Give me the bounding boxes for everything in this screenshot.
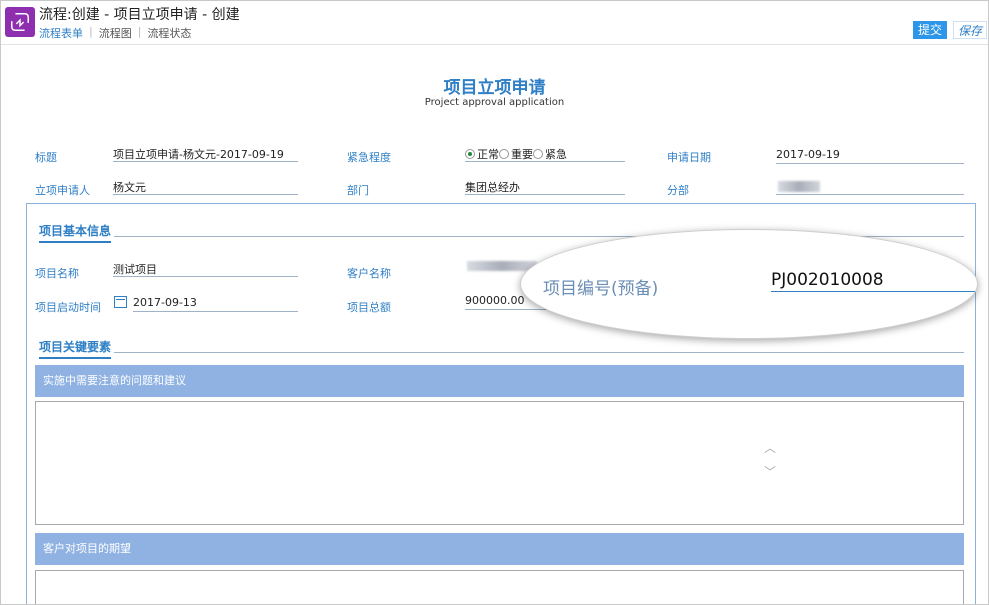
total-label: 项目总额 xyxy=(347,301,391,314)
title-field[interactable]: 项目立项申请-杨文元-2017-09-19 xyxy=(113,146,298,162)
issues-textarea[interactable] xyxy=(35,401,964,525)
radio-icon xyxy=(465,148,475,159)
apply-date-label: 申请日期 xyxy=(667,151,711,164)
tab-bar: 流程表单 | 流程图 | 流程状态 xyxy=(39,25,191,41)
customer-label: 客户名称 xyxy=(347,267,391,280)
dept-field[interactable]: 集团总经办 xyxy=(465,179,625,195)
radio-icon xyxy=(499,148,509,159)
project-name-label: 项目名称 xyxy=(35,267,79,280)
urgency-option-normal[interactable]: 正常 xyxy=(465,146,499,162)
form-subtitle: Project approval application xyxy=(424,97,565,108)
project-number-field[interactable]: PJ002010008 xyxy=(771,270,976,292)
title-label: 标题 xyxy=(35,151,57,164)
app-window: 流程:创建 - 项目立项申请 - 创建 流程表单 | 流程图 | 流程状态 提交… xyxy=(0,0,989,605)
magnifier-callout: 项目编号(预备) PJ002010008 xyxy=(520,229,978,339)
dept-label: 部门 xyxy=(347,184,369,197)
start-time-label: 项目启动时间 xyxy=(35,301,101,314)
expectations-textarea[interactable] xyxy=(35,570,964,604)
tab-separator: | xyxy=(89,25,93,38)
project-name-field[interactable]: 测试项目 xyxy=(113,261,298,277)
tab-flowchart[interactable]: 流程图 xyxy=(99,25,132,41)
chevron-up-icon[interactable]: ︿ xyxy=(764,439,776,456)
applicant-label: 立项申请人 xyxy=(35,184,90,197)
tab-form[interactable]: 流程表单 xyxy=(39,25,83,41)
submit-button[interactable]: 提交 xyxy=(913,21,948,39)
form-title: 项目立项申请 xyxy=(443,78,546,98)
urgency-option-urgent[interactable]: 紧急 xyxy=(533,146,567,162)
tab-flow-status[interactable]: 流程状态 xyxy=(147,25,191,41)
key-elements-heading: 项目关键要素 xyxy=(39,338,112,359)
header: 流程:创建 - 项目立项申请 - 创建 流程表单 | 流程图 | 流程状态 提交… xyxy=(1,1,988,45)
urgency-label: 紧急程度 xyxy=(347,151,391,164)
flow-icon xyxy=(5,7,35,37)
urgency-radio-group: 正常 重要 紧急 xyxy=(465,146,625,162)
apply-date-field[interactable]: 2017-09-19 xyxy=(776,148,964,164)
window-title: 流程:创建 - 项目立项申请 - 创建 xyxy=(39,7,240,23)
blurred-value xyxy=(778,181,820,192)
branch-label: 分部 xyxy=(667,184,689,197)
project-number-label: 项目编号(预备) xyxy=(543,279,659,299)
radio-icon xyxy=(533,148,543,159)
calendar-icon[interactable] xyxy=(114,296,127,308)
urgency-option-important[interactable]: 重要 xyxy=(499,146,533,162)
basic-info-heading: 项目基本信息 xyxy=(39,222,112,243)
applicant-field[interactable]: 杨文元 xyxy=(113,179,298,195)
start-time-field[interactable]: 2017-09-13 xyxy=(133,296,298,312)
branch-field[interactable] xyxy=(776,179,964,195)
chevron-down-icon[interactable]: ﹀ xyxy=(764,463,776,480)
expectations-bar: 客户对项目的期望 xyxy=(35,533,964,565)
divider xyxy=(114,352,964,353)
issues-bar: 实施中需要注意的问题和建议 xyxy=(35,365,964,397)
save-button[interactable]: 保存 xyxy=(953,21,988,39)
tab-separator: | xyxy=(137,25,142,38)
